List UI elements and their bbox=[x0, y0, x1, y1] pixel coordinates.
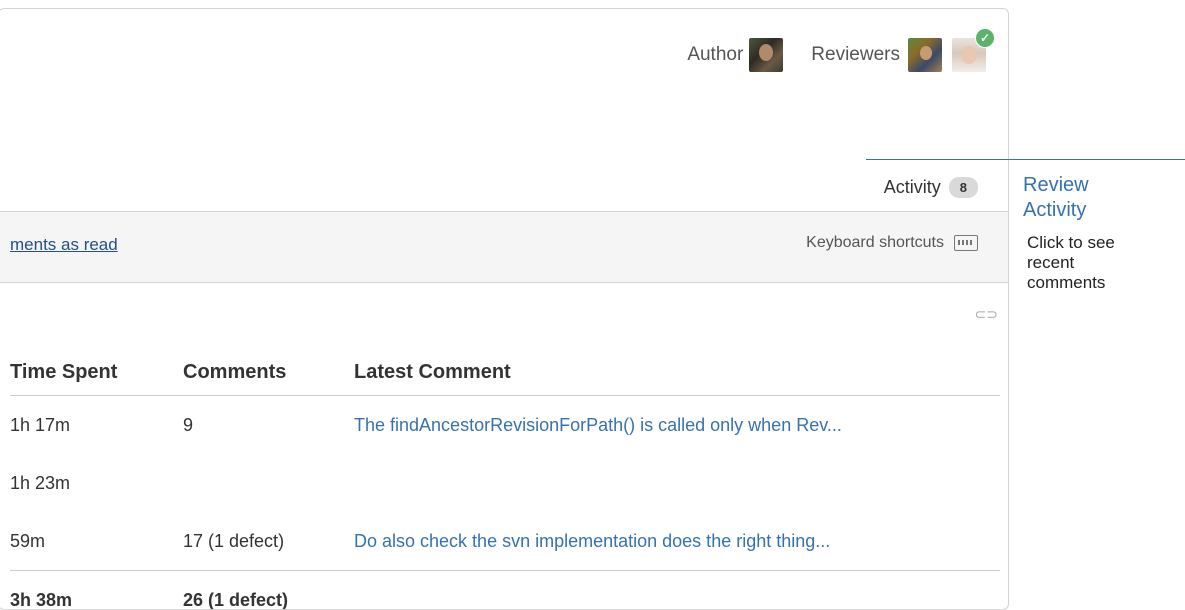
activity-toolbar: ments as read Keyboard shortcuts bbox=[0, 211, 1008, 283]
time-spent-cell: 1h 17m bbox=[10, 415, 183, 436]
activity-tab-label: Activity bbox=[884, 177, 941, 198]
comments-cell: 17 (1 defect) bbox=[183, 531, 354, 552]
review-panel: Author Reviewers ✓ Activity 8 ments as r… bbox=[0, 8, 1009, 610]
callout-pointer-line bbox=[866, 159, 1185, 160]
header-latest-comment: Latest Comment bbox=[354, 361, 1000, 384]
header-time-spent: Time Spent bbox=[10, 361, 183, 384]
reviewer-summary-table: Time Spent Comments Latest Comment 1h 17… bbox=[10, 349, 1000, 610]
review-participants: Author Reviewers ✓ bbox=[687, 38, 986, 72]
link-icon[interactable]: ⊂⊃ bbox=[975, 306, 998, 323]
table-row: 59m 17 (1 defect) Do also check the svn … bbox=[10, 512, 1000, 570]
approved-check-icon: ✓ bbox=[975, 28, 995, 48]
tab-activity[interactable]: Activity 8 bbox=[884, 177, 978, 198]
total-time-cell: 3h 38m bbox=[10, 590, 183, 610]
table-header: Time Spent Comments Latest Comment bbox=[10, 349, 1000, 396]
latest-comment-link[interactable]: Do also check the svn implementation doe… bbox=[354, 531, 1000, 552]
reviewers-label: Reviewers bbox=[811, 44, 900, 66]
tab-bar: Activity 8 bbox=[0, 171, 1008, 211]
callout-text: Click to see recent comments bbox=[1027, 233, 1147, 293]
reviewer-avatar-approved[interactable]: ✓ bbox=[952, 38, 986, 72]
table-row: 1h 23m bbox=[10, 454, 1000, 512]
keyboard-icon bbox=[954, 235, 978, 251]
table-total-row: 3h 38m 26 (1 defect) bbox=[10, 570, 1000, 610]
time-spent-cell: 1h 23m bbox=[10, 473, 183, 494]
table-row: 1h 17m 9 The findAncestorRevisionForPath… bbox=[10, 396, 1000, 454]
comments-cell: 9 bbox=[183, 415, 354, 436]
reviewer-avatar[interactable] bbox=[908, 38, 942, 72]
author-label: Author bbox=[687, 44, 743, 66]
total-comments-cell: 26 (1 defect) bbox=[183, 590, 354, 610]
time-spent-cell: 59m bbox=[10, 531, 183, 552]
activity-count-badge: 8 bbox=[949, 177, 978, 198]
keyboard-shortcuts-button[interactable]: Keyboard shortcuts bbox=[806, 234, 978, 252]
latest-comment-link[interactable]: The findAncestorRevisionForPath() is cal… bbox=[354, 415, 1000, 436]
mark-comments-read-link[interactable]: ments as read bbox=[10, 235, 118, 255]
callout-title: Review Activity bbox=[1023, 173, 1143, 223]
header-comments: Comments bbox=[183, 361, 354, 384]
keyboard-shortcuts-label: Keyboard shortcuts bbox=[806, 234, 944, 252]
author-avatar[interactable] bbox=[749, 38, 783, 72]
